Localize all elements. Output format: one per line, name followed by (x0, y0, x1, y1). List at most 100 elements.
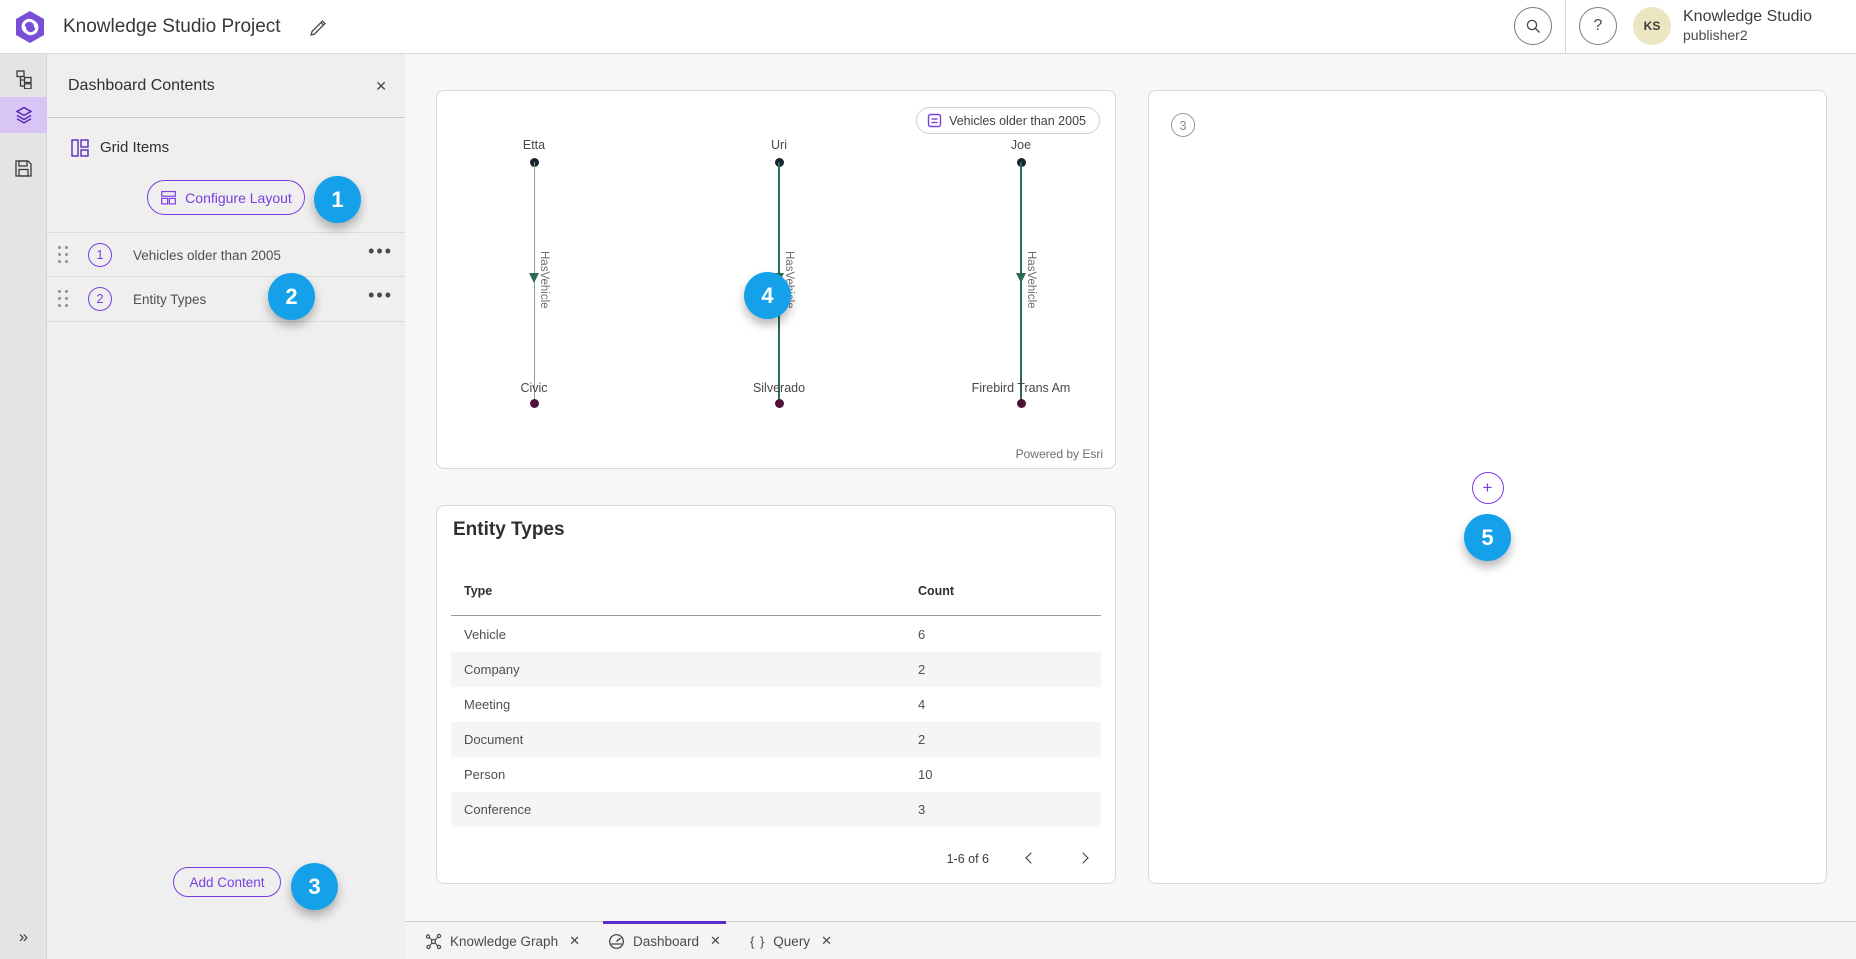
item-label: Entity Types (133, 292, 206, 307)
edit-title-icon[interactable] (308, 15, 330, 37)
table-row: Document 2 (451, 722, 1101, 757)
cell-type: Conference (464, 792, 531, 827)
panel-header: Dashboard Contents ✕ (47, 54, 405, 118)
app-logo-icon (13, 10, 47, 44)
cell-count: 4 (918, 687, 925, 722)
table-header-divider (451, 615, 1101, 616)
project-title: Knowledge Studio Project (63, 16, 281, 38)
previous-page-button[interactable] (1019, 848, 1041, 870)
item-label: Vehicles older than 2005 (133, 248, 281, 263)
tab-knowledge-graph[interactable]: Knowledge Graph ✕ (425, 922, 580, 959)
dashboard-gauge-icon (608, 933, 625, 950)
app-window: Knowledge Studio Project ? KS Knowledge … (0, 0, 1856, 959)
search-icon (1525, 18, 1542, 35)
knowledge-graph-icon (425, 933, 442, 950)
graph-edge-label: HasVehicle (538, 251, 550, 309)
cell-type: Company (464, 652, 520, 687)
slot-number-badge: 3 (1171, 113, 1195, 137)
cell-type: Meeting (464, 687, 510, 722)
widget-title: Entity Types (453, 519, 565, 541)
graph-node-label: Silverado (753, 381, 805, 395)
user-block[interactable]: Knowledge Studio publisher2 (1683, 7, 1812, 45)
table-row: Vehicle 6 (451, 617, 1101, 652)
add-content-label: Add Content (189, 875, 264, 890)
header-divider (1565, 0, 1566, 54)
annotation-badge-5: 5 (1464, 514, 1511, 561)
item-number-badge: 1 (88, 243, 112, 267)
close-tab-icon[interactable]: ✕ (710, 933, 721, 949)
annotation-badge-1: 1 (314, 176, 361, 223)
save-icon (14, 159, 33, 178)
column-header-count: Count (918, 584, 954, 598)
annotation-badge-3: 3 (291, 863, 338, 910)
chevron-left-icon (1025, 852, 1036, 863)
graph-node-label: Joe (1011, 138, 1031, 152)
pagination: 1-6 of 6 (947, 848, 1093, 870)
cell-count: 6 (918, 617, 925, 652)
table-row: Meeting 4 (451, 687, 1101, 722)
item-options-icon[interactable]: ••• (368, 241, 393, 262)
cell-count: 10 (918, 757, 932, 792)
add-widget-button[interactable]: + (1472, 472, 1504, 504)
graph-edge-label: HasVehicle (1025, 251, 1037, 309)
list-item[interactable]: 2 Entity Types ••• (47, 277, 405, 322)
help-button[interactable]: ? (1579, 7, 1617, 45)
graph-node-label: Firebird Trans Am (972, 381, 1071, 395)
sitemap-icon (14, 69, 34, 89)
sidebar-item-contents[interactable] (0, 97, 47, 133)
user-avatar[interactable]: KS (1633, 7, 1671, 45)
graph-node-label: Civic (520, 381, 547, 395)
add-content-button[interactable]: Add Content (173, 867, 281, 897)
configure-layout-icon (160, 189, 177, 206)
chevron-right-icon (1077, 852, 1088, 863)
graph-node[interactable] (775, 399, 784, 408)
grid-items-label: Grid Items (100, 139, 169, 156)
sidebar-item-save[interactable] (0, 150, 47, 186)
configure-layout-button[interactable]: Configure Layout (147, 180, 305, 215)
close-tab-icon[interactable]: ✕ (569, 933, 580, 949)
tab-query[interactable]: { } Query ✕ (750, 922, 832, 959)
close-panel-icon[interactable]: ✕ (371, 76, 391, 97)
user-role: publisher2 (1683, 27, 1812, 45)
dashboard-canvas: Vehicles older than 2005 Etta HasVehicle… (405, 54, 1856, 921)
table-body: Vehicle 6 Company 2 Meeting 4 Document 2… (451, 617, 1101, 827)
tab-label: Knowledge Graph (450, 934, 558, 949)
list-item[interactable]: 1 Vehicles older than 2005 ••• (47, 232, 405, 277)
drag-handle-icon[interactable] (58, 290, 69, 308)
cell-count: 3 (918, 792, 925, 827)
graph-node[interactable] (1017, 399, 1026, 408)
sidebar-item-schema[interactable] (0, 61, 47, 97)
tab-label: Query (773, 934, 810, 949)
graph-node[interactable] (530, 399, 539, 408)
tab-dashboard[interactable]: Dashboard ✕ (608, 922, 721, 959)
layer-list-icon (927, 113, 942, 128)
drag-handle-icon[interactable] (58, 246, 69, 264)
empty-grid-slot: 3 + (1148, 90, 1827, 884)
next-page-button[interactable] (1071, 848, 1093, 870)
graph-source-chip[interactable]: Vehicles older than 2005 (916, 107, 1100, 134)
close-tab-icon[interactable]: ✕ (821, 933, 832, 949)
user-name: Knowledge Studio (1683, 7, 1812, 27)
layers-icon (14, 105, 34, 125)
plus-icon: + (1483, 478, 1493, 498)
table-row: Conference 3 (451, 792, 1101, 827)
cell-count: 2 (918, 722, 925, 757)
view-tab-bar: Knowledge Graph ✕ Dashboard ✕ { } Query … (405, 921, 1856, 959)
graph-node-label: Etta (523, 138, 545, 152)
expand-strip-button[interactable]: » (0, 927, 47, 947)
configure-layout-label: Configure Layout (185, 190, 292, 206)
tab-label: Dashboard (633, 934, 699, 949)
grid-items-section: Grid Items (47, 128, 405, 168)
item-number-badge: 2 (88, 287, 112, 311)
cell-count: 2 (918, 652, 925, 687)
entity-types-widget: Entity Types Type Count Vehicle 6 Compan… (436, 505, 1116, 884)
annotation-badge-4: 4 (744, 272, 791, 319)
braces-icon: { } (750, 934, 765, 949)
cell-type: Document (464, 722, 523, 757)
cell-type: Person (464, 757, 505, 792)
table-row: Company 2 (451, 652, 1101, 687)
pagination-label: 1-6 of 6 (947, 852, 989, 866)
search-button[interactable] (1514, 7, 1552, 45)
help-icon: ? (1594, 17, 1603, 35)
item-options-icon[interactable]: ••• (368, 285, 393, 306)
